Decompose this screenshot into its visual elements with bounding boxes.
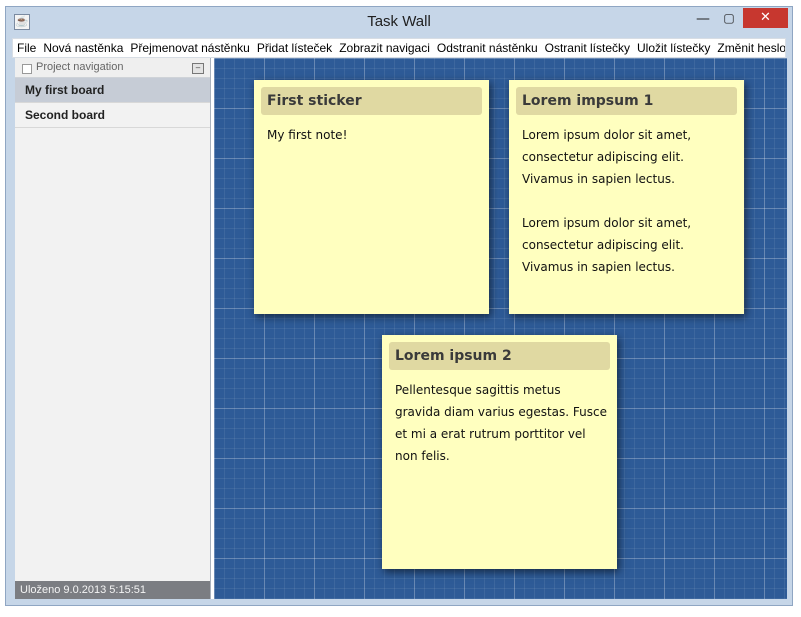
client-area: Project navigation – My first board Seco…: [15, 58, 787, 599]
nav-item-second-board[interactable]: Second board: [15, 103, 210, 128]
menu-show-navigation[interactable]: Zobrazit navigaci: [339, 41, 430, 55]
status-bar: Uloženo 9.0.2013 5:15:51: [15, 581, 210, 599]
sticker-title[interactable]: Lorem impsum 1: [516, 87, 737, 115]
sticker-lorem-impsum-1[interactable]: Lorem impsum 1 Lorem ipsum dolor sit ame…: [509, 80, 744, 314]
project-navigation-panel: Project navigation – My first board Seco…: [15, 58, 211, 599]
menu-rename-board[interactable]: Přejmenovat nástěnku: [130, 41, 249, 55]
window-title: Task Wall: [367, 13, 431, 30]
minimize-button[interactable]: —: [690, 8, 716, 28]
close-button[interactable]: ✕: [743, 8, 788, 28]
menu-save-stickers[interactable]: Uložit lístečky: [637, 41, 710, 55]
navigation-header-label: Project navigation: [36, 61, 124, 73]
menu-file[interactable]: File: [17, 41, 36, 55]
title-bar[interactable]: ☕ Task Wall — ▢ ✕: [6, 7, 792, 38]
sticker-title[interactable]: First sticker: [261, 87, 482, 115]
app-window: ☕ Task Wall — ▢ ✕ File Nová nastěnka Pře…: [5, 6, 793, 606]
nav-item-my-first-board[interactable]: My first board: [15, 78, 210, 103]
sticker-lorem-ipsum-2[interactable]: Lorem ipsum 2 Pellentesque sagittis metu…: [382, 335, 617, 569]
menu-change-password[interactable]: Změnit heslo: [717, 41, 785, 55]
sticker-body[interactable]: Lorem ipsum dolor sit amet, consectetur …: [522, 124, 736, 278]
sticker-title[interactable]: Lorem ipsum 2: [389, 342, 610, 370]
navigation-checkbox-icon[interactable]: [22, 64, 32, 74]
maximize-button[interactable]: ▢: [716, 8, 742, 28]
sticker-first-sticker[interactable]: First sticker My first note!: [254, 80, 489, 314]
navigation-header: Project navigation –: [15, 58, 210, 78]
menu-remove-board[interactable]: Odstranit nástěnku: [437, 41, 538, 55]
menu-bar: File Nová nastěnka Přejmenovat nástěnku …: [12, 38, 786, 58]
sticker-body[interactable]: Pellentesque sagittis metus gravida diam…: [395, 379, 609, 467]
sticker-body[interactable]: My first note!: [267, 124, 481, 146]
collapse-icon[interactable]: –: [192, 63, 204, 74]
menu-new-board[interactable]: Nová nastěnka: [43, 41, 123, 55]
menu-add-sticker[interactable]: Přidat lísteček: [257, 41, 332, 55]
menu-remove-stickers[interactable]: Ostranit lístečky: [545, 41, 630, 55]
sticker-board[interactable]: First sticker My first note! Lorem impsu…: [214, 58, 787, 599]
